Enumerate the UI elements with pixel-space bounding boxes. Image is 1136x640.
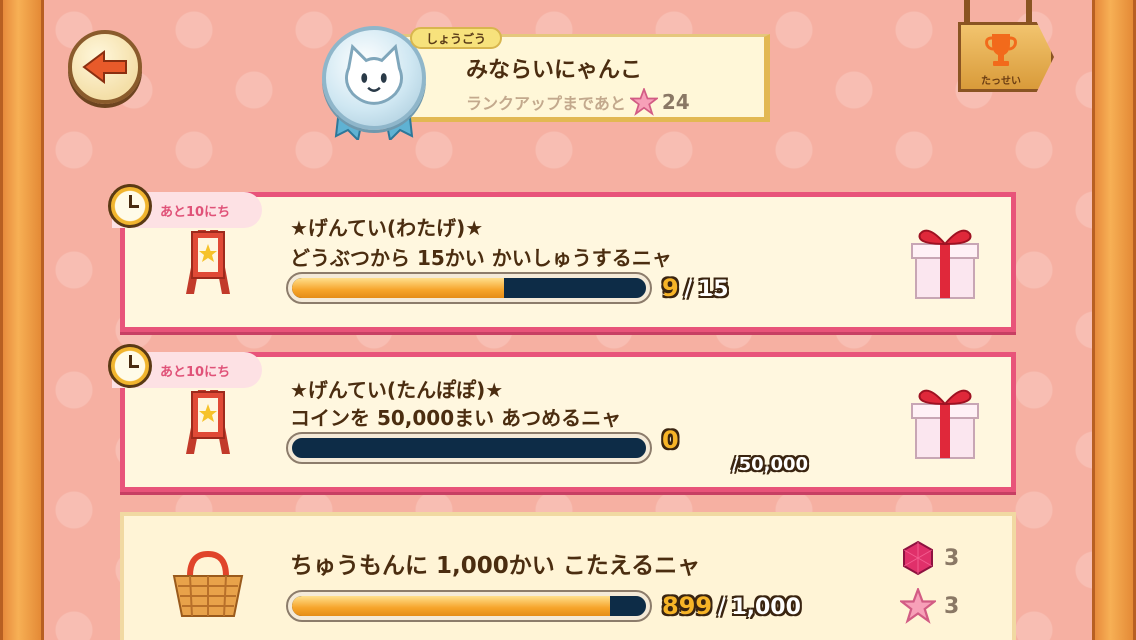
achievement-label: たっせい <box>981 76 1021 87</box>
pink-star-icon <box>629 88 658 116</box>
reward-amount: 3 <box>944 593 960 619</box>
sign-post <box>964 0 970 24</box>
progress-separator: / <box>684 277 693 302</box>
progress-total: 15 <box>697 277 729 302</box>
progress-current: 899 <box>662 592 713 620</box>
mission-title: ★げんてい(わたげ)★ <box>290 216 484 240</box>
progress-current: 9 <box>662 274 679 302</box>
progress-fill <box>292 596 611 616</box>
progress-fill <box>292 278 505 298</box>
progress-bar <box>286 590 652 622</box>
reward-gem: 3 <box>900 540 959 576</box>
rank-title: みならいにゃんこ <box>466 58 643 83</box>
progress-total: 50,000 <box>738 454 809 475</box>
progress-total: 1,000 <box>731 595 801 620</box>
rank-up-remaining: 24 <box>661 90 690 114</box>
mission-description: どうぶつから 15かい かいしゅうするニャ <box>290 246 672 270</box>
progress-current: 0 <box>662 426 679 454</box>
sign-post <box>1026 0 1032 24</box>
right-frame <box>1092 0 1136 640</box>
progress-count: 9 / 15 <box>662 274 729 302</box>
progress-bar <box>286 432 652 464</box>
back-arrow-icon <box>82 50 127 84</box>
gift-box-icon[interactable] <box>908 382 982 462</box>
progress-bar <box>286 272 652 304</box>
rank-up-text: ランクアップまであと <box>466 94 626 113</box>
rank-tag: しょうごう <box>410 27 502 49</box>
mission-title: ★げんてい(たんぽぽ)★ <box>290 378 504 402</box>
mission-description: コインを 50,000まい あつめるニャ <box>290 406 622 430</box>
progress-separator: / <box>717 595 726 620</box>
back-button[interactable] <box>68 30 142 104</box>
progress-separator: / <box>732 454 739 475</box>
mission-description: ちゅうもんに 1,000かい こたえるニャ <box>290 553 701 579</box>
clock-icon <box>108 344 152 388</box>
clock-icon <box>108 184 152 228</box>
progress-total-group: /50,000 <box>732 454 808 475</box>
pink-star-icon <box>900 588 936 624</box>
signboard-icon <box>186 390 230 454</box>
reward-star: 3 <box>900 588 959 624</box>
basket-icon <box>172 550 244 617</box>
rank-up-info: ランクアップまであと 24 <box>466 88 690 116</box>
signboard-icon <box>186 230 230 294</box>
trophy-icon <box>985 34 1017 66</box>
progress-count: 899 / 1,000 <box>662 592 801 620</box>
left-frame <box>0 0 44 640</box>
gem-icon <box>903 540 933 576</box>
gift-box-icon[interactable] <box>908 222 982 302</box>
reward-amount: 3 <box>944 545 960 571</box>
